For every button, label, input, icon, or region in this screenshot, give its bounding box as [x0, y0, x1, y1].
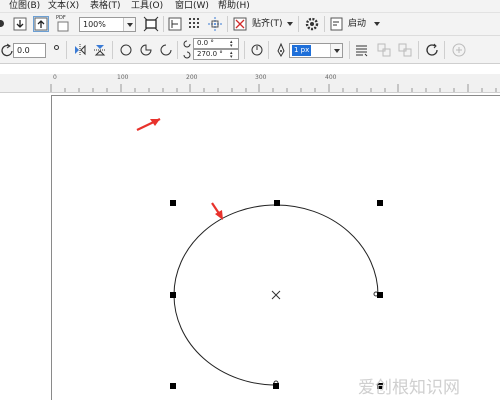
zoom-level-select[interactable]: 100%	[79, 17, 136, 32]
drawing-canvas[interactable]	[0, 93, 500, 400]
page-border-left	[51, 95, 52, 400]
toolbar-separator	[418, 41, 419, 59]
toolbar-separator	[66, 41, 67, 59]
toolbar-separator	[244, 41, 245, 59]
menu-tools[interactable]: 工具(O)	[131, 0, 163, 12]
launch-label[interactable]: 启动	[348, 17, 366, 31]
standard-toolbar: PDF 100% 贴齐(T) 启动	[0, 13, 500, 36]
toolbar-separator	[163, 16, 164, 32]
guidelines-icon[interactable]	[207, 16, 223, 32]
ruler-label: 400	[325, 74, 337, 81]
ruler-label: 200	[186, 74, 198, 81]
mirror-v-icon[interactable]	[92, 42, 108, 58]
outline-width-value: 1 px	[292, 45, 312, 56]
pdf-icon[interactable]: PDF	[55, 15, 71, 32]
selection-handle-middle-left[interactable]	[170, 292, 176, 298]
snap-label[interactable]: 贴齐(T)	[252, 17, 283, 31]
ruler-label: 0	[53, 74, 57, 81]
chevron-down-icon	[330, 44, 342, 57]
arc-icon[interactable]	[158, 42, 174, 58]
outline-width-select[interactable]: 1 px	[289, 43, 343, 58]
selection-handle-top-right[interactable]	[377, 200, 383, 206]
ruler-ticks	[50, 84, 497, 92]
selection-handle-top-center[interactable]	[274, 200, 280, 206]
toolbar-separator	[349, 41, 350, 59]
selection-handle-bottom-left[interactable]	[170, 383, 176, 389]
import-icon[interactable]	[12, 16, 28, 32]
end-angle-icon	[182, 50, 192, 60]
toolbar-separator	[324, 16, 325, 32]
menu-bitmap[interactable]: 位图(B)	[9, 0, 40, 12]
fullscreen-icon[interactable]	[143, 16, 159, 32]
chevron-down-icon[interactable]	[374, 22, 380, 26]
pie-icon[interactable]	[138, 42, 154, 58]
ruler-label: 100	[117, 74, 129, 81]
to-front-icon[interactable]	[376, 42, 392, 58]
grid-icon[interactable]	[187, 16, 203, 32]
start-angle-icon	[182, 39, 192, 49]
launch-icon[interactable]	[329, 16, 345, 32]
menu-table[interactable]: 表格(T)	[90, 0, 121, 12]
options-icon[interactable]	[167, 16, 183, 32]
degree-icon	[54, 45, 59, 50]
text-wrap-icon[interactable]	[354, 42, 370, 58]
mirror-h-icon[interactable]	[72, 42, 88, 58]
menu-help[interactable]: 帮助(H)	[218, 0, 250, 12]
menu-bar: 位图(B) 文本(X) 表格(T) 工具(O) 窗口(W) 帮助(H)	[0, 0, 500, 13]
toolbar-separator	[268, 41, 269, 59]
toolbar-separator	[227, 16, 228, 32]
circle-icon[interactable]	[118, 42, 134, 58]
direction-icon[interactable]	[249, 42, 265, 58]
horizontal-ruler[interactable]: 0 100 200 300 400	[0, 74, 500, 93]
spinner-icon[interactable]: ▴ ▾	[230, 40, 237, 49]
selection-handle-middle-right[interactable]	[377, 292, 383, 298]
chevron-down-icon	[123, 18, 135, 31]
chevron-down-icon[interactable]	[287, 22, 293, 26]
start-angle-input[interactable]: 0.0 ° ▴ ▾	[193, 38, 239, 49]
menu-text[interactable]: 文本(X)	[48, 0, 79, 12]
menu-window[interactable]: 窗口(W)	[175, 0, 209, 12]
ruler-label: 300	[255, 74, 267, 81]
site-watermark: 爱创根知识网	[358, 378, 460, 398]
settings-icon[interactable]	[304, 16, 320, 32]
selection-handle-bottom-center[interactable]	[273, 383, 279, 389]
start-angle-value: 0.0 °	[197, 39, 214, 47]
rotation-angle-value: 0.0	[17, 46, 30, 55]
add-icon[interactable]	[451, 42, 467, 58]
toolbar-separator	[298, 16, 299, 32]
pdf-label: PDF	[56, 15, 66, 21]
convert-icon[interactable]	[424, 42, 440, 58]
page-border-top	[51, 95, 500, 96]
export-icon[interactable]	[33, 16, 49, 32]
to-back-icon[interactable]	[397, 42, 413, 58]
partial-icon	[0, 20, 4, 27]
toolbar-separator	[177, 41, 178, 59]
toolbar-separator	[444, 41, 445, 59]
zoom-value: 100%	[83, 20, 106, 29]
toolbar-separator	[112, 41, 113, 59]
pen-icon[interactable]	[273, 42, 289, 58]
spinner-icon[interactable]: ▴ ▾	[230, 51, 237, 60]
snap-icon[interactable]	[232, 16, 248, 32]
rotation-angle-input[interactable]: 0.0	[13, 43, 46, 58]
end-angle-value: 270.0 °	[197, 50, 223, 58]
selection-handle-top-left[interactable]	[170, 200, 176, 206]
property-bar: 0.0 0.0 ° ▴ ▾ 270.0 ° ▴ ▾ 1 px	[0, 36, 500, 64]
end-angle-input[interactable]: 270.0 ° ▴ ▾	[193, 49, 239, 60]
